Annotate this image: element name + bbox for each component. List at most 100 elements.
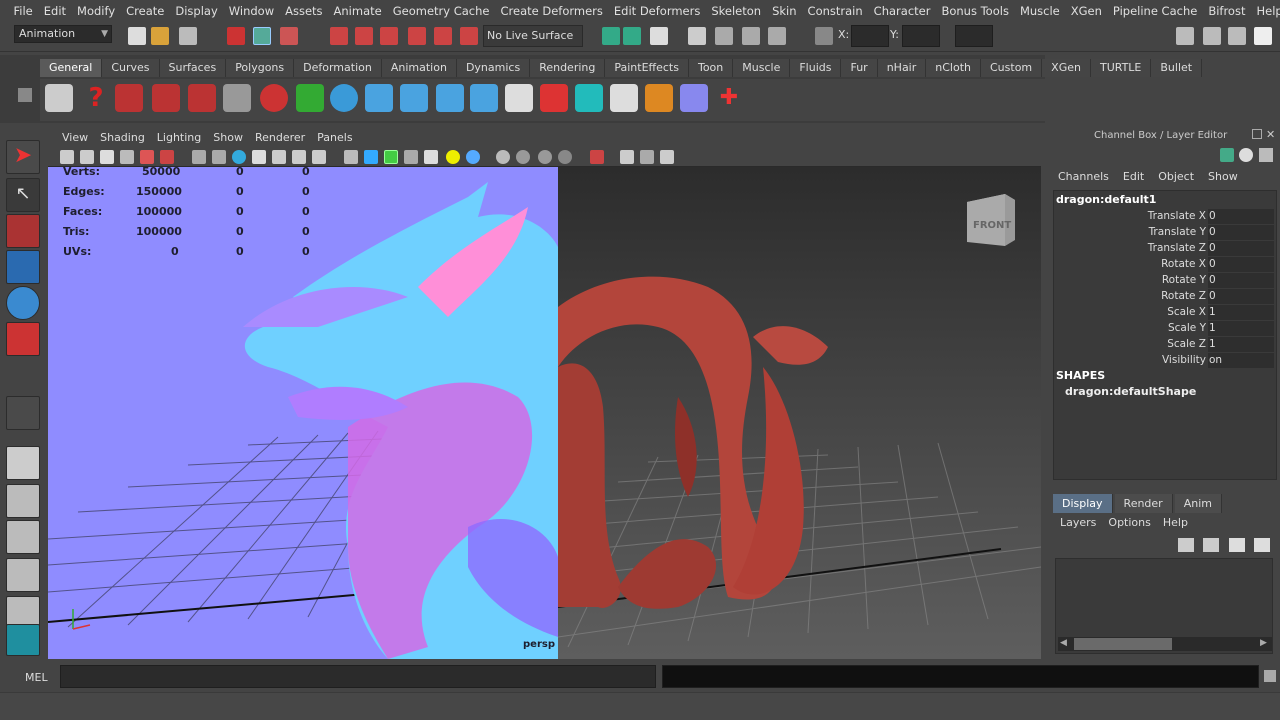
cube-frame-icon[interactable] bbox=[680, 84, 708, 112]
mel-label[interactable]: MEL bbox=[25, 671, 48, 684]
menu-geometry-cache[interactable]: Geometry Cache bbox=[387, 4, 495, 18]
shelf-tab-general[interactable]: General bbox=[40, 59, 103, 77]
text-icon[interactable] bbox=[312, 150, 326, 164]
graph-editor-icon[interactable] bbox=[505, 84, 533, 112]
layer-scrollbar-thumb[interactable] bbox=[1074, 638, 1172, 650]
menu-help[interactable]: Help bbox=[1251, 4, 1280, 18]
menu-create[interactable]: Create bbox=[121, 4, 170, 18]
hypershade-icon[interactable] bbox=[768, 27, 786, 45]
script-editor-icon[interactable] bbox=[1264, 670, 1276, 682]
graph-layout-icon[interactable] bbox=[6, 558, 40, 592]
view-cube[interactable]: FRONT bbox=[963, 190, 1017, 250]
layer-down-icon[interactable] bbox=[1203, 538, 1219, 552]
isolate-icon[interactable] bbox=[344, 150, 358, 164]
channel-value[interactable]: 0 bbox=[1208, 225, 1274, 240]
live-surface-field[interactable]: No Live Surface bbox=[483, 25, 583, 47]
object-name[interactable]: dragon:default1 bbox=[1056, 193, 1156, 206]
film-gate-icon[interactable] bbox=[160, 150, 174, 164]
shelf-tab-turtle[interactable]: TURTLE bbox=[1090, 59, 1152, 77]
channel-value[interactable]: 1 bbox=[1208, 321, 1274, 336]
layer-menu-layers[interactable]: Layers bbox=[1060, 516, 1096, 529]
layer-menu-options[interactable]: Options bbox=[1108, 516, 1150, 529]
construction-history-icon[interactable] bbox=[623, 27, 641, 45]
channel-row[interactable]: Scale Z1 bbox=[1056, 337, 1274, 353]
pan-zoom-icon[interactable] bbox=[660, 150, 674, 164]
menu-skin[interactable]: Skin bbox=[767, 4, 802, 18]
texture-icon[interactable] bbox=[252, 150, 266, 164]
smooth-shade-icon[interactable] bbox=[212, 150, 226, 164]
snap-curve-icon[interactable] bbox=[355, 27, 373, 45]
shelf-tab-curves[interactable]: Curves bbox=[102, 59, 160, 77]
menu-assets[interactable]: Assets bbox=[280, 4, 328, 18]
shelf-tab-deformation[interactable]: Deformation bbox=[294, 59, 382, 77]
ik-spline-icon[interactable] bbox=[436, 84, 464, 112]
menu-constrain[interactable]: Constrain bbox=[802, 4, 868, 18]
layer-tab-anim[interactable]: Anim bbox=[1174, 494, 1222, 513]
manipulator-icon[interactable] bbox=[1220, 148, 1234, 162]
channel-value[interactable]: 0 bbox=[1208, 241, 1274, 256]
channel-value[interactable]: 0 bbox=[1208, 257, 1274, 272]
render-settings-icon[interactable] bbox=[742, 27, 760, 45]
film-reel-icon[interactable] bbox=[45, 84, 73, 112]
ik-handle-icon[interactable] bbox=[400, 84, 428, 112]
speed-icon[interactable] bbox=[1239, 148, 1253, 162]
new-scene-icon[interactable] bbox=[128, 27, 146, 45]
shelf-menu-icon[interactable] bbox=[18, 88, 32, 102]
joint-icon[interactable] bbox=[365, 84, 393, 112]
magnet-icon[interactable] bbox=[460, 27, 478, 45]
checker-icon[interactable] bbox=[424, 150, 438, 164]
select-camera-icon[interactable] bbox=[60, 150, 74, 164]
cube-cyan-icon[interactable] bbox=[575, 84, 603, 112]
shelf-tab-xgen[interactable]: XGen bbox=[1042, 59, 1091, 77]
scale-tool-icon[interactable] bbox=[6, 322, 40, 356]
gamma-icon[interactable] bbox=[558, 150, 572, 164]
snap-plane-icon[interactable] bbox=[408, 27, 426, 45]
depth-of-field-icon[interactable] bbox=[516, 150, 530, 164]
snap-surface-icon[interactable] bbox=[434, 27, 452, 45]
channel-row[interactable]: Rotate X0 bbox=[1056, 257, 1274, 273]
viewport-menu-show[interactable]: Show bbox=[207, 131, 249, 144]
open-scene-icon[interactable] bbox=[151, 27, 169, 45]
shelf-tab-dynamics[interactable]: Dynamics bbox=[456, 59, 531, 77]
camera-aim-icon[interactable] bbox=[152, 84, 180, 112]
y-field[interactable] bbox=[902, 25, 940, 47]
menu-edit[interactable]: Edit bbox=[38, 4, 71, 18]
menu-file[interactable]: File bbox=[8, 4, 38, 18]
menu-edit-deformers[interactable]: Edit Deformers bbox=[608, 4, 705, 18]
select-hierarchy-icon[interactable] bbox=[227, 27, 245, 45]
frame-all-icon[interactable] bbox=[620, 150, 634, 164]
scroll-right-icon[interactable]: ▶ bbox=[1260, 638, 1267, 648]
image-plane-icon[interactable] bbox=[120, 150, 134, 164]
snap-grid-icon[interactable] bbox=[330, 27, 348, 45]
channel-row[interactable]: Translate Z0 bbox=[1056, 241, 1274, 257]
bind-skin-icon[interactable] bbox=[470, 84, 498, 112]
menu-muscle[interactable]: Muscle bbox=[1014, 4, 1065, 18]
paint-select-tool-icon[interactable] bbox=[6, 214, 40, 248]
menu-bifrost[interactable]: Bifrost bbox=[1203, 4, 1251, 18]
menu-display[interactable]: Display bbox=[170, 4, 223, 18]
move-manipulator-icon[interactable]: ✚ bbox=[715, 84, 743, 112]
last-tool-slot[interactable] bbox=[6, 396, 40, 430]
select-component-icon[interactable] bbox=[280, 27, 298, 45]
menu-bonus-tools[interactable]: Bonus Tools bbox=[936, 4, 1014, 18]
select-tool-icon[interactable]: ➤ bbox=[6, 140, 40, 174]
cb-menu-edit[interactable]: Edit bbox=[1121, 170, 1150, 183]
cb-menu-show[interactable]: Show bbox=[1206, 170, 1244, 183]
scroll-left-icon[interactable]: ◀ bbox=[1060, 638, 1067, 648]
cb-menu-channels[interactable]: Channels bbox=[1056, 170, 1115, 183]
menu-window[interactable]: Window bbox=[223, 4, 279, 18]
bookmark-icon[interactable] bbox=[100, 150, 114, 164]
layer-up-icon[interactable] bbox=[1178, 538, 1194, 552]
arrow-green-icon[interactable] bbox=[296, 84, 324, 112]
render-current-icon[interactable] bbox=[688, 27, 706, 45]
shape-name[interactable]: dragon:defaultShape bbox=[1065, 385, 1196, 398]
shelf-tab-ncloth[interactable]: nCloth bbox=[926, 59, 981, 77]
magnet-shelf-icon[interactable] bbox=[260, 84, 288, 112]
cb-menu-object[interactable]: Object bbox=[1156, 170, 1200, 183]
lasso-tool-icon[interactable]: ↖ bbox=[6, 178, 40, 212]
camera-attributes-icon[interactable] bbox=[80, 150, 94, 164]
layer-tab-display[interactable]: Display bbox=[1053, 494, 1113, 513]
channel-row[interactable]: Translate Y0 bbox=[1056, 225, 1274, 241]
new-layer-selected-icon[interactable] bbox=[1254, 538, 1270, 552]
four-pane-layout-icon[interactable] bbox=[6, 484, 40, 518]
